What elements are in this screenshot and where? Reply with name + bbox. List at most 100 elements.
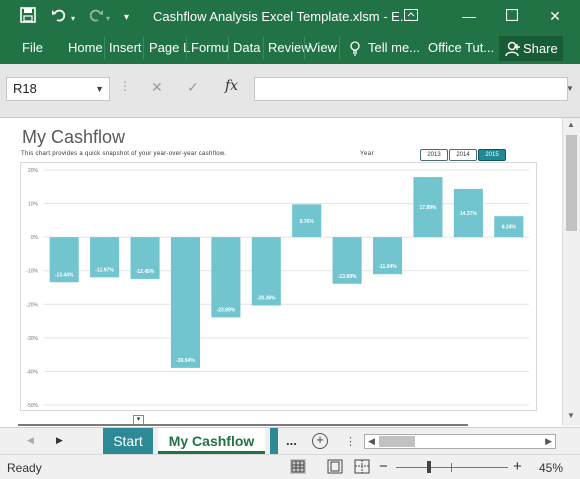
tab-office-tutorials[interactable]: Office Tut... [428,40,494,55]
y-tick-label: -40% [26,369,38,375]
name-box-value: R18 [13,81,37,96]
hscroll-thumb[interactable] [379,436,415,447]
tab-divider [186,37,187,59]
enter-icon[interactable]: ✓ [187,79,199,96]
share-button[interactable]: Share [499,36,563,61]
data-label: -13.44% [55,272,74,278]
tab-formulas[interactable]: Formu [191,40,229,55]
scroll-down-icon[interactable]: ▼ [567,411,575,420]
maximize-icon[interactable] [502,6,522,26]
tab-divider [228,37,229,59]
data-label: -23.89% [217,307,236,313]
y-tick-label: 10% [28,202,39,208]
zoom-slider-center-mark [451,463,452,472]
sheet-tab-my-cashflow[interactable]: My Cashflow [158,428,265,454]
close-icon[interactable]: ✕ [545,6,565,26]
minimize-icon[interactable]: — [459,6,479,26]
tab-home[interactable]: Home [68,40,103,55]
y-tick-label: -30% [26,336,38,342]
data-label: -11.04% [378,264,397,270]
title-bar: ▾ ▾ ▾ Cashflow Analysis Excel Template.x… [0,0,580,33]
scroll-left-icon[interactable]: ◀ [368,436,375,447]
next-sheet-icon[interactable]: ▶ [56,435,63,446]
formula-bar: R18 ▼ ⋮ ✕ ✓ fx ▼ [0,64,580,118]
horizontal-scrollbar[interactable]: ◀ ▶ [364,434,556,449]
data-label: 6.24% [502,225,517,231]
data-label: 14.37% [460,211,478,217]
chevron-down-icon[interactable]: ▼ [95,78,104,100]
tab-divider [263,37,264,59]
tab-divider [339,37,340,59]
redo-dropdown-icon[interactable]: ▾ [106,10,110,28]
data-label: 17.89% [419,205,437,211]
y-tick-label: 0% [31,235,39,241]
person-icon [505,40,521,57]
tab-page-layout[interactable]: Page L [149,40,190,55]
prev-sheet-icon[interactable]: ◀ [27,435,34,446]
scroll-up-icon[interactable]: ▲ [567,120,575,129]
year-button-2014[interactable]: 2014 [449,149,477,161]
share-label: Share [523,41,558,56]
chart-description: This chart provides a quick snapshot of … [21,151,227,157]
redo-icon[interactable] [88,7,104,28]
chart-canvas: 20% 10% 0% -10% -20% -30% -40% -50% -13.44% -11.9… [26,168,529,409]
formula-input[interactable] [254,77,568,101]
window-title: Cashflow Analysis Excel Template.xlsm - … [153,9,411,24]
scroll-right-icon[interactable]: ▶ [545,436,552,447]
split-handle-icon[interactable]: ⋮ [345,435,356,448]
tab-divider [304,37,305,59]
y-tick-label: -10% [26,269,38,275]
normal-view-icon[interactable] [290,459,306,474]
y-tick-label: -50% [26,403,38,409]
zoom-in-button[interactable]: + [513,458,522,475]
customize-toolbar-icon[interactable]: ▾ [124,9,129,27]
page-break-view-icon[interactable] [354,459,370,474]
ribbon-display-icon[interactable] [401,6,421,26]
sheet-divider [18,424,468,426]
tell-me-search[interactable]: Tell me... [368,40,420,55]
data-label: -13.89% [338,274,357,280]
year-button-2015[interactable]: 2015 [478,149,506,161]
tab-divider [104,37,105,59]
zoom-slider-thumb[interactable] [427,461,431,473]
zoom-level[interactable]: 45% [539,461,563,475]
year-button-2013[interactable]: 2013 [420,149,448,161]
bar [170,237,201,368]
year-label: Year [360,151,375,157]
name-box[interactable]: R18 ▼ [6,77,110,101]
more-sheets-button[interactable]: ... [286,433,297,448]
page-layout-view-icon[interactable] [327,459,343,474]
tab-divider [143,37,144,59]
lightbulb-icon [350,41,360,57]
bar [211,237,241,318]
zoom-out-button[interactable]: − [379,458,388,475]
page-title: My Cashflow [22,127,126,147]
data-label: -12.45% [136,269,155,275]
scroll-thumb[interactable] [566,135,577,231]
status-bar: Ready − + 45% [0,454,580,479]
cashflow-chart[interactable]: 20% 10% 0% -10% -20% -30% -40% -50% -13.44% -11.9… [20,162,537,411]
tab-insert[interactable]: Insert [109,40,142,55]
tab-data[interactable]: Data [233,40,260,55]
grip-dots-icon[interactable]: ⋮ [119,79,131,93]
zoom-slider[interactable] [396,467,508,468]
data-label: 9.76% [300,219,315,225]
ribbon-tabs: File Home Insert Page L Formu Data Revie… [0,33,580,64]
cancel-icon[interactable]: ✕ [151,79,163,96]
sheet-tab-hidden[interactable] [270,428,278,454]
vertical-scrollbar[interactable]: ▲ ▼ [562,118,580,426]
status-text: Ready [7,461,42,475]
save-icon[interactable] [20,7,36,28]
sheet-tab-start[interactable]: Start [103,428,153,454]
add-sheet-icon[interactable]: + [312,433,328,449]
y-tick-label: 20% [28,168,39,174]
sheet-tabs-bar: ◀ ▶ Start My Cashflow ... + ⋮ ◀ ▶ [0,427,580,454]
expand-formula-icon[interactable]: ▼ [566,84,574,93]
undo-dropdown-icon[interactable]: ▾ [71,10,75,28]
tab-file[interactable]: File [22,40,43,55]
data-label: -20.36% [257,295,276,301]
insert-function-icon[interactable]: fx [225,78,238,94]
data-label: -38.94% [176,358,195,364]
tab-view[interactable]: View [309,40,337,55]
undo-icon[interactable] [51,7,67,28]
